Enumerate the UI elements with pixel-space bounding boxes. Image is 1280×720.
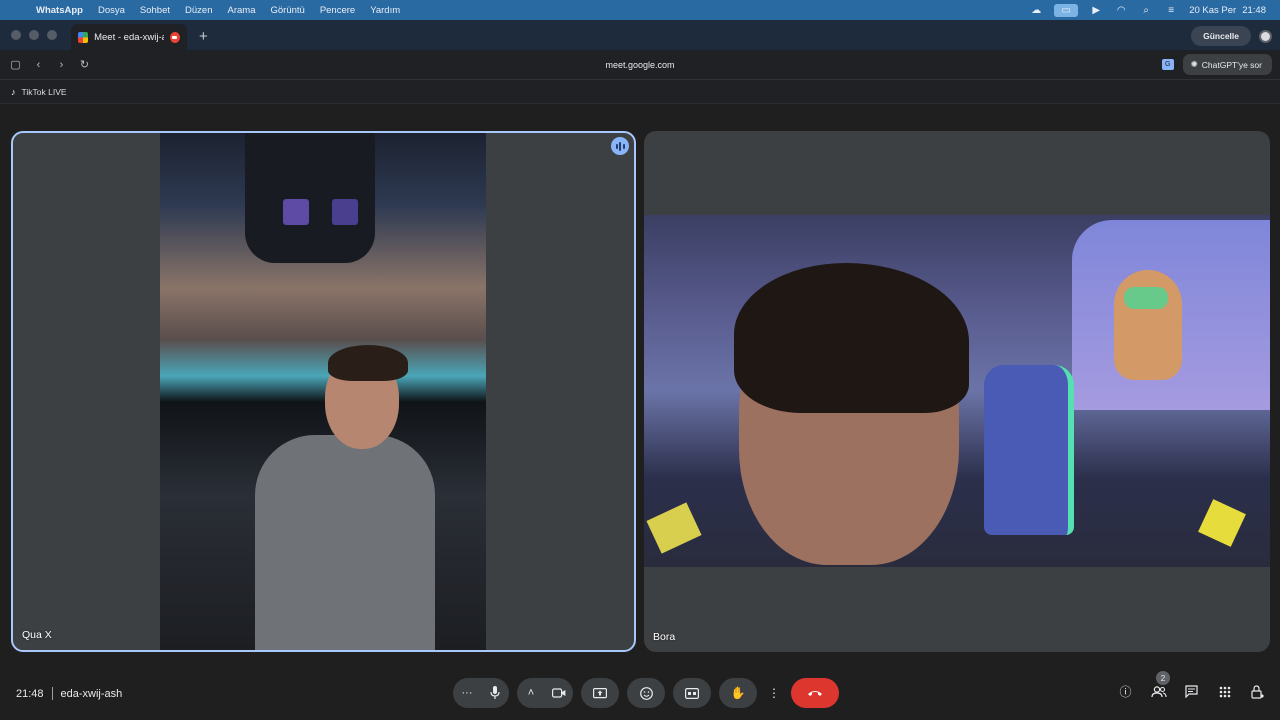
activities-icon[interactable] [1215, 682, 1234, 701]
bookmarks-bar: ♪ TikTok LIVE [0, 80, 1280, 104]
participant-tile-bora[interactable]: Bora [644, 131, 1270, 652]
new-tab-button[interactable]: + [199, 28, 208, 45]
meeting-time: 21:48 [16, 687, 44, 700]
chat-icon[interactable] [1182, 682, 1201, 701]
divider [51, 687, 53, 700]
call-controls: ··· ˄ ✋ ⋮ [453, 678, 839, 708]
meeting-code: eda-xwij-ash [60, 687, 123, 700]
sidebar-toggle-icon[interactable]: ▢ [4, 58, 27, 71]
menubar-time: 21:48 [1242, 4, 1266, 16]
video-background-seat [984, 365, 1074, 535]
menu-item-sohbet[interactable]: Sohbet [140, 5, 170, 16]
tab-title: Meet - eda-xwij-ash [94, 31, 164, 43]
present-screen-icon[interactable] [581, 678, 619, 708]
chatgpt-icon: ✺ [1190, 59, 1198, 69]
raise-hand-icon[interactable]: ✋ [719, 678, 757, 708]
video-background-cockpit [245, 133, 375, 263]
tab-meet[interactable]: Meet - eda-xwij-ash [71, 24, 187, 50]
audio-options-icon[interactable]: ··· [453, 678, 481, 708]
menubar-date: 20 Kas Per [1189, 4, 1237, 16]
spotlight-search-icon[interactable]: ⌕ [1139, 5, 1153, 16]
participant-count-badge: 2 [1156, 671, 1170, 685]
menu-item-goruntu[interactable]: Görüntü [270, 5, 304, 16]
forward-icon[interactable]: › [50, 59, 73, 71]
menu-item-arama[interactable]: Arama [228, 5, 256, 16]
translate-icon[interactable]: G [1161, 59, 1174, 70]
more-options-icon[interactable]: ⋮ [765, 678, 783, 708]
menu-app-name[interactable]: WhatsApp [36, 5, 83, 16]
host-controls-icon[interactable] [1248, 682, 1267, 701]
chatgpt-ask-button[interactable]: ✺ ChatGPT'ye sor [1182, 54, 1272, 75]
video-background-screen [283, 199, 309, 225]
update-button[interactable]: Güncelle [1191, 26, 1251, 46]
participant-name: Bora [653, 631, 676, 643]
end-call-button[interactable] [791, 678, 839, 708]
participant-video [160, 133, 486, 650]
meeting-info: 21:48 eda-xwij-ash [16, 687, 122, 700]
profile-avatar[interactable] [1259, 29, 1272, 43]
menu-item-pencere[interactable]: Pencere [320, 5, 355, 16]
side-controls: ⓘ 2 [1116, 671, 1267, 701]
end-call-icon [808, 691, 822, 696]
back-icon[interactable]: ‹ [27, 59, 50, 71]
control-center-icon[interactable]: ≡ [1164, 5, 1178, 16]
menubar-clock[interactable]: 20 Kas Per 21:48 [1189, 5, 1266, 16]
captions-icon[interactable] [673, 678, 711, 708]
microphone-icon[interactable] [481, 678, 509, 708]
chatgpt-label: ChatGPT'ye sor [1201, 59, 1262, 70]
browser-tab-strip: Meet - eda-xwij-ash + Güncelle [0, 20, 1280, 50]
video-background-screen [332, 199, 358, 225]
video-background-panel [646, 502, 702, 554]
video-background-robot [1124, 287, 1168, 309]
macos-menu-bar: WhatsApp Dosya Sohbet Düzen Arama Görünt… [0, 0, 1280, 20]
meeting-details-icon[interactable]: ⓘ [1116, 682, 1135, 701]
participant-video [644, 215, 1270, 567]
window-controls [0, 30, 71, 50]
video-options-icon[interactable]: ˄ [517, 678, 545, 708]
address-bar[interactable]: meet.google.com [0, 60, 1280, 70]
play-icon[interactable]: ▶ [1089, 5, 1103, 16]
close-window-button[interactable] [11, 30, 21, 40]
menu-item-duzen[interactable]: Düzen [185, 5, 212, 16]
emoji-icon[interactable] [627, 678, 665, 708]
menu-item-yardim[interactable]: Yardım [370, 5, 400, 16]
meet-control-bar: 21:48 eda-xwij-ash ··· ˄ ✋ ⋮ ⓘ 2 [0, 660, 1280, 720]
participant-figure [255, 435, 435, 650]
screen-mirroring-icon[interactable]: ▭ [1054, 3, 1079, 17]
recording-icon [169, 31, 181, 43]
zoom-window-button[interactable] [47, 30, 57, 40]
participant-name: Qua X [22, 629, 52, 641]
menu-item-dosya[interactable]: Dosya [98, 5, 125, 16]
participant-figure [328, 345, 408, 381]
bookmark-tiktok-live[interactable]: ♪ TikTok LIVE [11, 87, 67, 97]
browser-toolbar: ▢ ‹ › ↻ meet.google.com G ✺ ChatGPT'ye s… [0, 50, 1280, 80]
reload-icon[interactable]: ↻ [73, 58, 96, 71]
speaking-indicator-icon [611, 137, 629, 155]
bookmark-label: TikTok LIVE [21, 86, 67, 97]
tiktok-icon: ♪ [11, 86, 16, 97]
mic-control-group: ··· [453, 678, 509, 708]
wifi-icon[interactable]: ◠ [1114, 5, 1128, 16]
cloud-icon[interactable]: ☁ [1029, 5, 1043, 16]
camera-icon[interactable] [545, 678, 573, 708]
participant-figure [734, 263, 969, 413]
google-meet-favicon [78, 31, 89, 43]
people-icon[interactable]: 2 [1149, 671, 1170, 701]
minimize-window-button[interactable] [29, 30, 39, 40]
meet-stage: Qua X Bora 21:48 eda-xwij-ash ··· ˄ ✋ ⋮ … [0, 104, 1280, 720]
camera-control-group: ˄ [517, 678, 573, 708]
video-background-panel [1198, 499, 1246, 547]
participant-tile-qua-x[interactable]: Qua X [11, 131, 636, 652]
